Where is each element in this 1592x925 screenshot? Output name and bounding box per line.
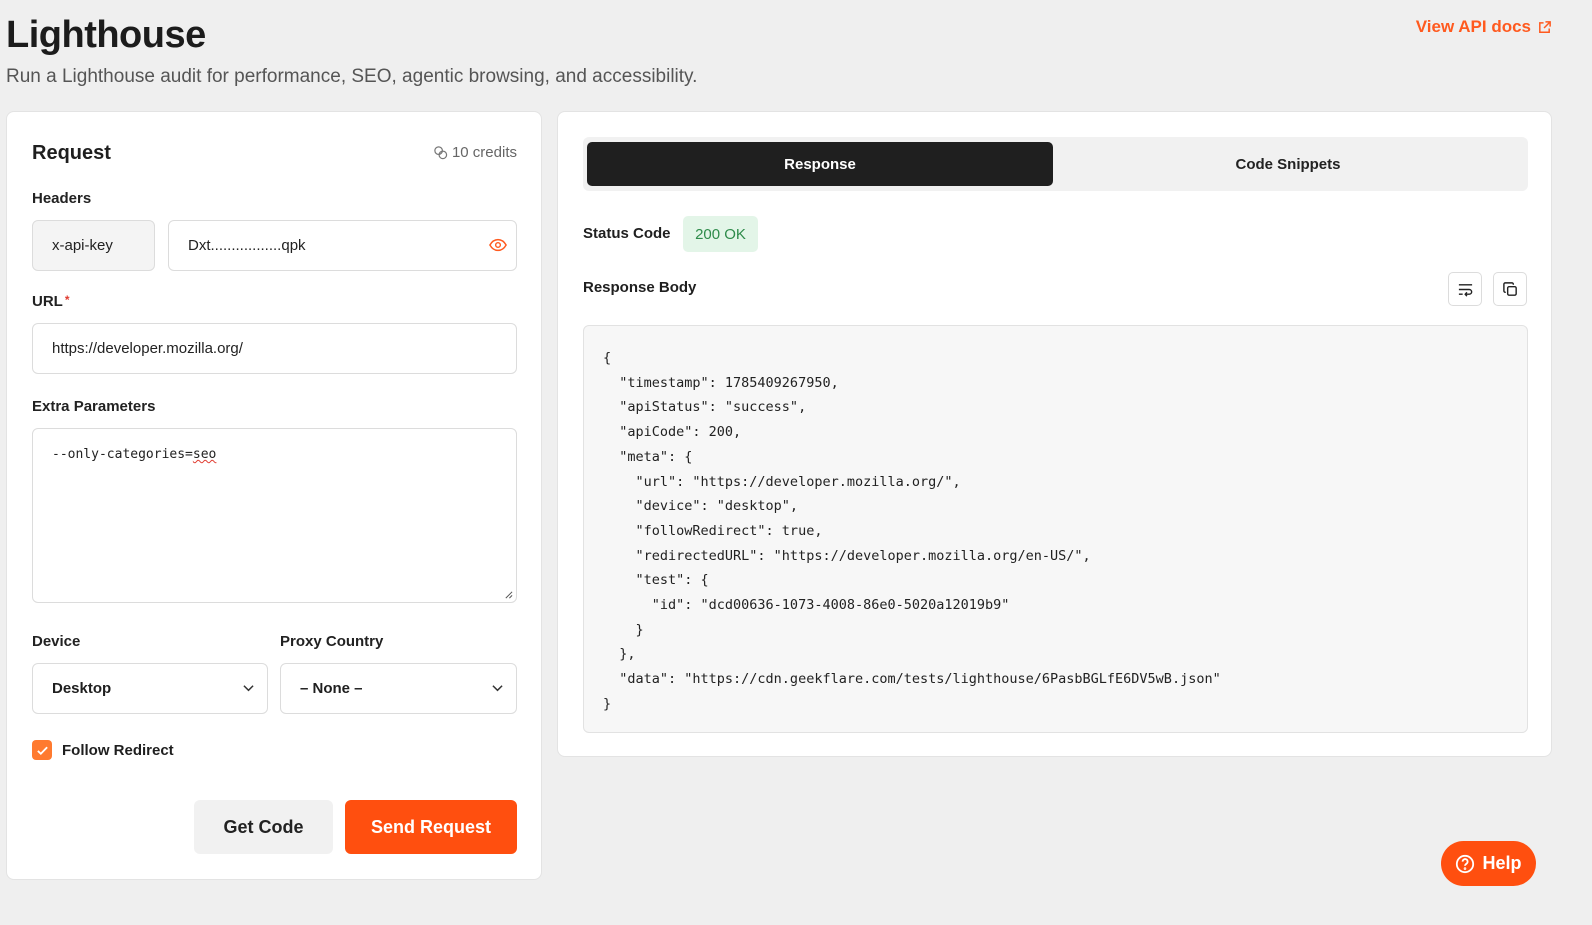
send-request-button[interactable]: Send Request <box>345 800 517 854</box>
status-code-label: Status Code <box>583 225 671 242</box>
url-label-text: URL <box>32 293 63 310</box>
tab-response[interactable]: Response <box>587 142 1053 186</box>
request-panel: Request 10 credits Headers x-api-key Dxt… <box>6 111 542 880</box>
copy-icon <box>1502 281 1517 296</box>
wrap-text-button[interactable] <box>1448 272 1482 306</box>
copy-button[interactable] <box>1493 272 1527 306</box>
credits-text: 10 credits <box>451 144 517 161</box>
api-key-field[interactable]: Dxt.................qpk <box>168 220 517 271</box>
proxy-select-value: – None – <box>300 680 363 697</box>
response-body-code: { "timestamp": 1785409267950, "apiStatus… <box>583 325 1528 733</box>
device-label: Device <box>32 633 81 650</box>
wrap-text-icon <box>1458 283 1472 297</box>
proxy-country-select[interactable]: – None – <box>280 663 517 714</box>
url-input[interactable]: https://developer.mozilla.org/ <box>32 323 517 374</box>
request-title: Request <box>32 142 111 164</box>
external-link-icon <box>1539 20 1551 33</box>
question-circle-icon <box>1456 854 1475 873</box>
page-title: Lighthouse <box>6 14 206 56</box>
device-select-value: Desktop <box>52 680 112 697</box>
url-input-value: https://developer.mozilla.org/ <box>52 340 243 357</box>
proxy-country-label: Proxy Country <box>280 633 384 650</box>
get-code-button[interactable]: Get Code <box>194 800 333 854</box>
help-button[interactable]: Help <box>1441 841 1536 886</box>
header-key-field[interactable]: x-api-key <box>32 220 155 271</box>
eye-icon[interactable] <box>489 238 507 252</box>
status-badge: 200 OK <box>683 216 758 252</box>
extra-parameters-textarea[interactable]: --only-categories=seo <box>32 428 517 603</box>
coins-icon <box>434 146 448 160</box>
follow-redirect-checkbox[interactable] <box>32 740 52 760</box>
response-tabs: Response Code Snippets <box>583 137 1528 191</box>
help-label: Help <box>1482 853 1522 873</box>
tab-code-snippets[interactable]: Code Snippets <box>1055 142 1521 186</box>
extra-parameters-suffix: seo <box>192 447 217 462</box>
url-label: URL * <box>32 293 70 310</box>
api-docs-label: View API docs <box>1415 17 1531 36</box>
resize-handle-icon[interactable] <box>504 590 513 599</box>
checkmark-icon <box>36 746 48 755</box>
api-key-text: Dxt.................qpk <box>188 237 306 254</box>
credits-badge: 10 credits <box>433 144 517 161</box>
device-select[interactable]: Desktop <box>32 663 268 714</box>
view-api-docs-link[interactable]: View API docs <box>1416 17 1552 37</box>
response-panel: Response Code Snippets Status Code 200 O… <box>557 111 1552 757</box>
follow-redirect-label[interactable]: Follow Redirect <box>62 742 174 759</box>
chevron-down-icon <box>243 685 254 692</box>
page-subtitle: Run a Lighthouse audit for performance, … <box>6 66 698 87</box>
response-body-label: Response Body <box>583 279 697 296</box>
required-mark: * <box>64 293 70 307</box>
headers-label: Headers <box>32 190 92 207</box>
extra-parameters-prefix: --only-categories= <box>52 447 193 462</box>
chevron-down-icon <box>492 685 503 692</box>
header-key-text: x-api-key <box>52 237 113 254</box>
extra-parameters-label: Extra Parameters <box>32 398 156 415</box>
